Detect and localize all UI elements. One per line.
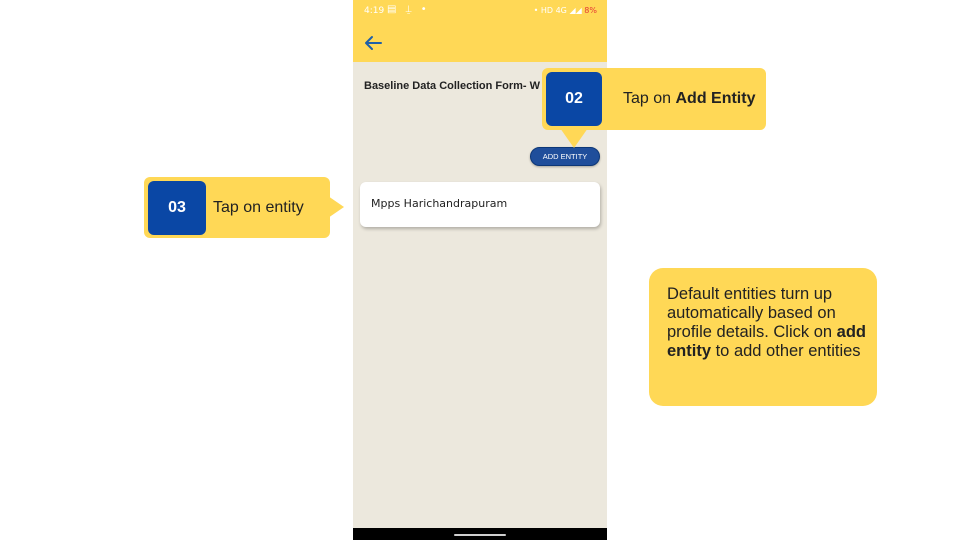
- callout-pointer: [560, 128, 588, 148]
- network-indicator: HD 4G: [540, 6, 567, 15]
- entity-card[interactable]: Mpps Harichandrapuram: [360, 182, 600, 227]
- app-bar: [353, 24, 607, 62]
- navigation-bar: [353, 528, 607, 540]
- info-text-part1: Default entities turn up automatically b…: [667, 285, 837, 341]
- callout-text-02-bold: Add Entity: [675, 90, 756, 107]
- callout-pointer: [328, 196, 344, 218]
- signal-icon: ◢◢: [569, 6, 582, 15]
- arrow-left-icon[interactable]: [361, 31, 385, 55]
- step-badge-03: 03: [148, 181, 206, 235]
- entity-name: Mpps Harichandrapuram: [371, 197, 508, 210]
- home-gesture-pill[interactable]: [454, 534, 506, 536]
- status-bar: 4:19 ▤ ⍊ • • HD 4G ◢◢ 8%: [353, 0, 607, 24]
- info-note-text: Default entities turn up automatically b…: [667, 285, 867, 361]
- callout-text-02-prefix: Tap on: [623, 90, 676, 107]
- battery-level: 8%: [584, 6, 597, 15]
- info-text-part2: to add other entities: [711, 342, 861, 360]
- status-time: 4:19: [364, 6, 385, 16]
- status-indicators: • HD 4G ◢◢ 8%: [533, 6, 597, 15]
- notification-icons: ▤ ⍊ •: [387, 4, 430, 15]
- info-note: Default entities turn up automatically b…: [649, 268, 877, 406]
- callout-text-03: Tap on entity: [213, 199, 304, 216]
- callout-text-02: Tap on Add Entity: [623, 90, 755, 108]
- step-badge-02: 02: [546, 72, 602, 126]
